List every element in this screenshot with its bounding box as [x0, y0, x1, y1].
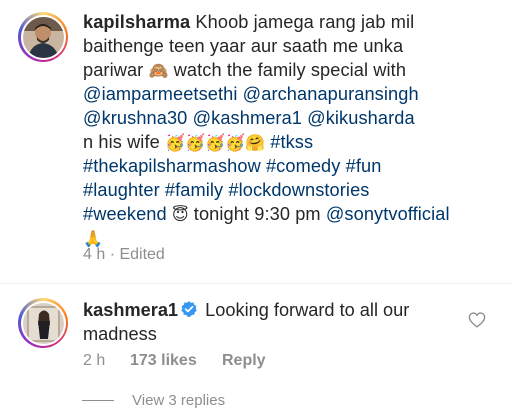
hashtag-link[interactable]: #comedy [266, 156, 341, 176]
avatar-photo-man [22, 16, 64, 58]
party-face-emoji: 🥳🥳🥳🥳🤗 [164, 133, 266, 152]
comment-likes-count[interactable]: 173 likes [130, 352, 197, 370]
reply-button[interactable]: Reply [222, 352, 266, 370]
caption-text: watch the family special with [168, 60, 407, 80]
mention-link[interactable]: @sonytvofficial [326, 204, 450, 224]
halo-face-emoji: 😇 [171, 205, 189, 224]
divider [0, 283, 512, 284]
hashtag-link[interactable]: #laughter [83, 180, 160, 200]
hashtag-link[interactable]: #fun [346, 156, 382, 176]
caption-text: Khoob jamega rang jab mil [190, 12, 415, 32]
like-comment-heart-icon[interactable] [468, 312, 486, 328]
mention-link[interactable]: @iamparmeetsethi [83, 84, 238, 104]
hashtag-link[interactable]: #weekend [83, 204, 167, 224]
mention-link[interactable]: @krushna30 [83, 108, 187, 128]
hashtag-link[interactable]: #family [165, 180, 223, 200]
mention-link[interactable]: @kikusharda [307, 108, 415, 128]
replies-divider-line [82, 400, 114, 401]
comment-author-avatar[interactable] [18, 298, 68, 348]
reply-label: Reply [222, 352, 266, 369]
post-author-avatar[interactable] [18, 12, 68, 62]
hashtag-link[interactable]: #tkss [270, 132, 313, 152]
mention-link[interactable]: @kashmera1 [193, 108, 302, 128]
caption-text: tonight 9:30 pm [188, 204, 326, 224]
view-replies-label: View 3 replies [132, 392, 226, 409]
mention-link[interactable]: @archanapuransingh [243, 84, 419, 104]
hashtag-link[interactable]: #thekapilsharmashow [83, 156, 261, 176]
comment-username[interactable]: kashmera1 [83, 300, 178, 320]
likes-label: 173 likes [130, 352, 197, 369]
hashtag-link[interactable]: #lockdownstories [228, 180, 369, 200]
comment-timestamp: 2 h [83, 352, 106, 369]
avatar-photo-woman [22, 302, 64, 344]
view-replies-button[interactable]: View 3 replies [82, 392, 225, 409]
post-username[interactable]: kapilsharma [83, 12, 190, 32]
comment-body: kashmera1 Looking forward to all our mad… [83, 298, 463, 346]
verified-badge-icon [181, 301, 197, 317]
caption-text: n his wife [83, 132, 165, 152]
post-timestamp: 4 h · Edited [83, 246, 165, 263]
see-no-evil-monkey-emoji: 🙈 [148, 61, 169, 80]
caption-text: baithenge teen yaar aur saath me unka [83, 36, 404, 56]
caption-text: pariwar [83, 60, 149, 80]
post-caption: kapilsharma Khoob jamega rang jab mil ba… [83, 10, 483, 250]
